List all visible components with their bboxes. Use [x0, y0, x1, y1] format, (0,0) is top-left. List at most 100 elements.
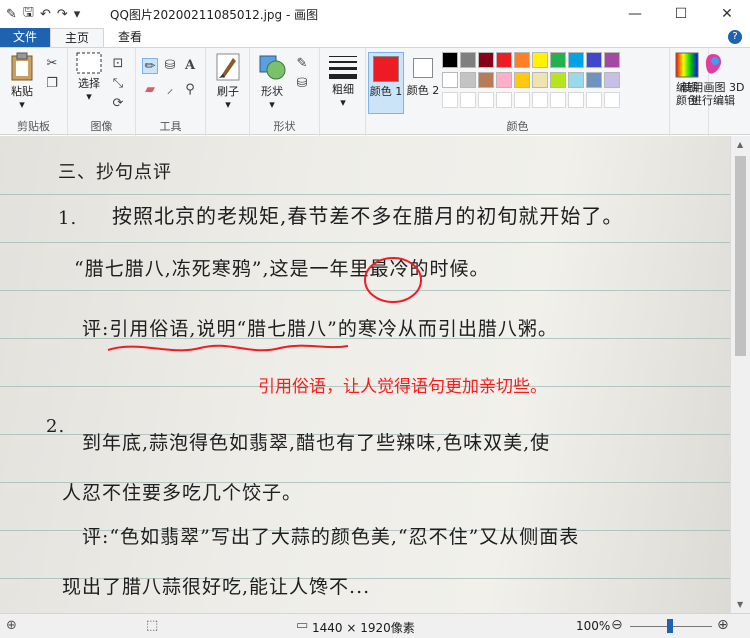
- maximize-button[interactable]: ☐: [658, 0, 704, 28]
- scroll-down-icon[interactable]: ▼: [737, 600, 743, 609]
- cursor-position-icon: ⊕: [6, 618, 17, 633]
- magnifier-icon[interactable]: ⚲: [182, 82, 198, 98]
- window-controls: — ☐ ✕: [612, 0, 750, 28]
- close-button[interactable]: ✕: [704, 0, 750, 28]
- fill-icon[interactable]: ⛁: [162, 58, 178, 74]
- palette-color-swatch[interactable]: [550, 92, 566, 108]
- palette-color-swatch[interactable]: [550, 52, 566, 68]
- palette-color-swatch[interactable]: [550, 72, 566, 88]
- palette-color-swatch[interactable]: [604, 92, 620, 108]
- outline-icon[interactable]: ✎: [294, 56, 310, 72]
- eraser-icon[interactable]: ▰: [142, 82, 158, 98]
- palette-color-swatch[interactable]: [604, 52, 620, 68]
- palette-color-swatch[interactable]: [568, 72, 584, 88]
- image-size-icon: ▭: [296, 618, 309, 633]
- brush-button[interactable]: 刷子 ▾: [210, 52, 246, 111]
- palette-color-swatch[interactable]: [442, 72, 458, 88]
- ribbon-tabs: 文件 主页 查看: [0, 28, 750, 47]
- crop-icon[interactable]: ⊡: [110, 56, 126, 72]
- color1-button[interactable]: 颜色 1: [368, 52, 404, 114]
- vertical-scrollbar[interactable]: ▲ ▼: [730, 136, 750, 613]
- paste-button[interactable]: 粘贴 ▾: [4, 52, 40, 111]
- color2-label: 颜色 2: [406, 84, 440, 97]
- palette-color-swatch[interactable]: [586, 52, 602, 68]
- tab-file[interactable]: 文件: [0, 28, 50, 47]
- paste-label: 粘贴: [11, 85, 33, 98]
- palette-color-swatch[interactable]: [496, 92, 512, 108]
- clipboard-icon: [11, 52, 33, 81]
- help-icon[interactable]: ?: [728, 30, 742, 44]
- shapes-button[interactable]: 形状 ▾: [254, 52, 290, 111]
- color2-button[interactable]: 颜色 2: [406, 52, 440, 114]
- palette-color-swatch[interactable]: [442, 92, 458, 108]
- select-button[interactable]: 选择 ▾: [72, 52, 106, 103]
- tools-group-label: 工具: [159, 120, 182, 133]
- zoom-in-button[interactable]: ⊕: [717, 617, 729, 633]
- palette-color-swatch[interactable]: [442, 52, 458, 68]
- palette-color-swatch[interactable]: [496, 52, 512, 68]
- palette-color-swatch[interactable]: [568, 92, 584, 108]
- paint-app-icon: ✎: [6, 6, 17, 22]
- palette-color-swatch[interactable]: [514, 52, 530, 68]
- undo-icon[interactable]: ↶: [40, 7, 51, 22]
- copy-icon[interactable]: ❐: [44, 76, 60, 92]
- color1-label: 颜色 1: [369, 85, 403, 98]
- palette-color-swatch[interactable]: [478, 52, 494, 68]
- pencil-icon[interactable]: ✏: [142, 58, 158, 74]
- customize-qat-icon[interactable]: ▾: [74, 7, 81, 22]
- selection-size-icon: ⬚: [146, 618, 159, 633]
- zoom-out-button[interactable]: ⊖: [611, 617, 623, 633]
- palette-color-swatch[interactable]: [460, 72, 476, 88]
- palette-color-swatch[interactable]: [460, 92, 476, 108]
- image-group: 选择 ▾ ⊡ ⤡ ⟳ 图像: [68, 48, 136, 136]
- palette-color-swatch[interactable]: [478, 72, 494, 88]
- colors-group-label: 颜色: [506, 120, 529, 133]
- color-picker-icon[interactable]: ⸝: [162, 82, 178, 98]
- zoom-slider-thumb[interactable]: [667, 619, 673, 633]
- size-group: 粗细 ▾: [320, 48, 366, 136]
- palette-color-swatch[interactable]: [532, 72, 548, 88]
- window-title: QQ图片20200211085012.jpg - 画图: [110, 8, 319, 22]
- palette-color-swatch[interactable]: [586, 72, 602, 88]
- cut-icon[interactable]: ✂: [44, 56, 60, 72]
- title-bar: ✎ 🖫 ↶ ↷ ▾ QQ图片20200211085012.jpg - 画图 — …: [0, 0, 750, 28]
- resize-icon[interactable]: ⤡: [110, 76, 126, 92]
- shapes-label: 形状: [261, 85, 283, 98]
- paint3d-button[interactable]: 使用画图 3D 进行编辑: [675, 52, 750, 107]
- paint3d-icon: [705, 54, 721, 74]
- palette-color-swatch[interactable]: [514, 72, 530, 88]
- size-button[interactable]: 粗细 ▾: [324, 54, 362, 109]
- minimize-button[interactable]: —: [612, 0, 658, 28]
- rotate-icon[interactable]: ⟳: [110, 96, 126, 112]
- size-label: 粗细: [332, 83, 354, 96]
- scroll-thumb[interactable]: [735, 156, 746, 356]
- save-icon[interactable]: 🖫: [23, 3, 34, 25]
- quick-access-toolbar: ✎ 🖫 ↶ ↷ ▾: [0, 3, 80, 25]
- canvas-area[interactable]: 三、抄句点评 1. 按照北京的老规矩,春节差不多在腊月的初旬就开始了。 “腊七腊…: [0, 136, 750, 613]
- red-markup-layer: [107, 257, 422, 352]
- palette-color-swatch[interactable]: [532, 52, 548, 68]
- palette-color-swatch[interactable]: [496, 72, 512, 88]
- tools-group: ✏ ⛁ A ▰ ⸝ ⚲ 工具: [136, 48, 206, 136]
- ribbon: 粘贴 ▾ ✂ ❐ 剪贴板 选择 ▾ ⊡ ⤡ ⟳ 图像 ✏ ⛁ A ▰ ⸝ ⚲ 工具: [0, 47, 750, 136]
- palette-color-swatch[interactable]: [514, 92, 530, 108]
- palette-color-swatch[interactable]: [568, 52, 584, 68]
- brush-icon: [216, 53, 240, 81]
- text-icon[interactable]: A: [182, 58, 198, 74]
- redo-icon[interactable]: ↷: [57, 7, 68, 22]
- tab-view[interactable]: 查看: [104, 28, 156, 47]
- palette-color-swatch[interactable]: [586, 92, 602, 108]
- palette-color-swatch[interactable]: [604, 72, 620, 88]
- palette-color-swatch[interactable]: [532, 92, 548, 108]
- brushes-group: 刷子 ▾: [206, 48, 250, 136]
- clipboard-group: 粘贴 ▾ ✂ ❐ 剪贴板: [0, 48, 68, 136]
- scroll-up-icon[interactable]: ▲: [737, 140, 743, 149]
- fill-shape-icon[interactable]: ⛁: [294, 76, 310, 92]
- image-canvas[interactable]: 三、抄句点评 1. 按照北京的老规矩,春节差不多在腊月的初旬就开始了。 “腊七腊…: [0, 136, 730, 613]
- palette-color-swatch[interactable]: [478, 92, 494, 108]
- palette-color-swatch[interactable]: [460, 52, 476, 68]
- zoom-level: 100%: [576, 619, 611, 633]
- shapes-group: 形状 ▾ ✎ ⛁ 形状: [250, 48, 320, 136]
- paint3d-label: 使用画图 3D 进行编辑: [681, 81, 745, 107]
- tab-home[interactable]: 主页: [50, 28, 105, 47]
